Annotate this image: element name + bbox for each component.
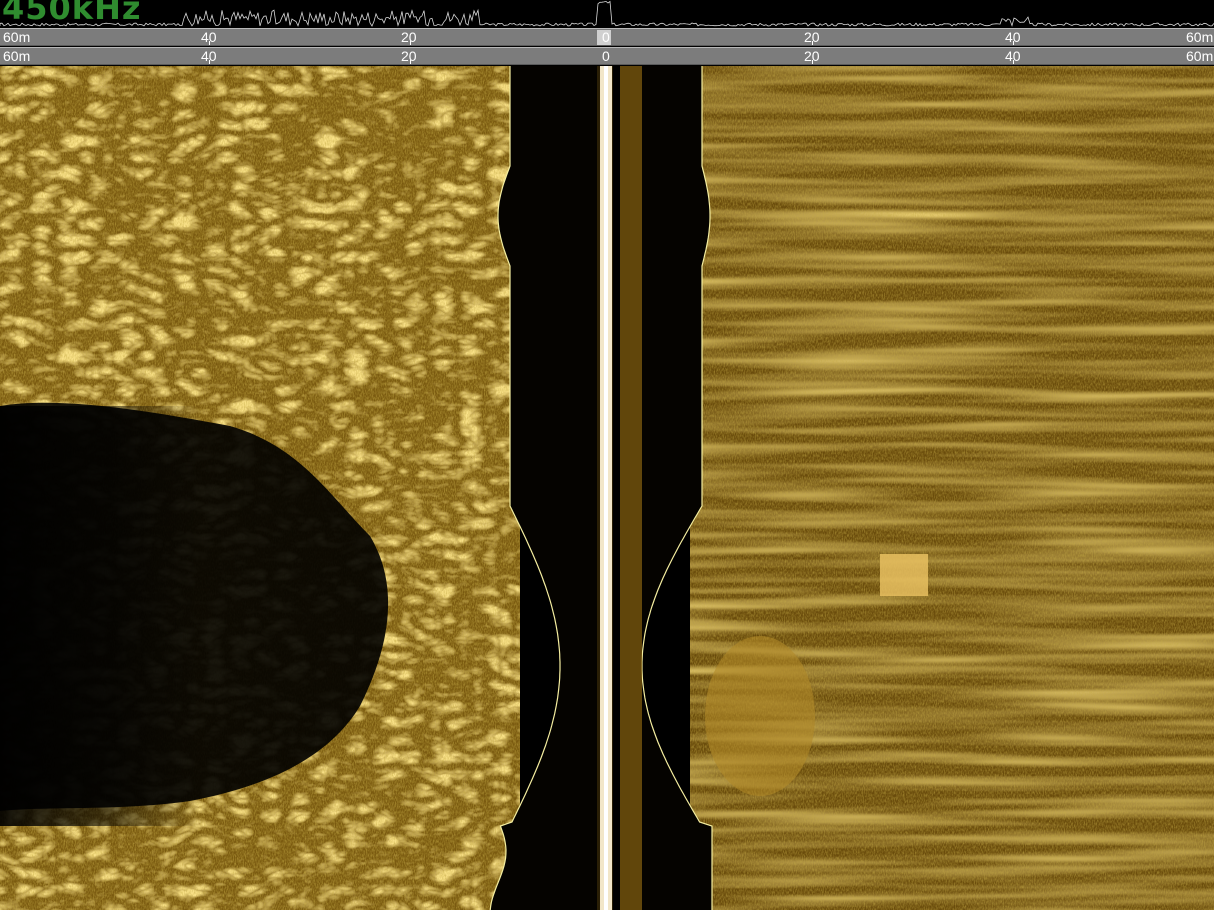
spectrum-line [0, 0, 1214, 27]
side-scan-sonar-image[interactable] [0, 66, 1214, 910]
tickmark [209, 60, 210, 64]
tickmark [812, 60, 813, 64]
range-tick-left-60: 60m [3, 29, 31, 45]
range-tick-left-20: 20 [401, 48, 417, 64]
tickmark [410, 41, 411, 45]
tickmark [1013, 60, 1014, 64]
range-scale-upper[interactable]: 60m 40 20 0 20 40 60m [0, 28, 1214, 46]
range-tick-center: 0 [602, 48, 610, 64]
range-tick-left-60: 60m [3, 48, 31, 64]
range-tick-right-60: 60m [1186, 29, 1214, 45]
port-channel [0, 66, 520, 910]
seabed-rock-cluster[interactable] [705, 636, 815, 796]
echo-spectrum-strip: 450kHz [0, 0, 1214, 28]
tickmark [1013, 41, 1014, 45]
tickmark [410, 60, 411, 64]
tickmark [812, 41, 813, 45]
tickmark [209, 41, 210, 45]
starboard-channel [690, 66, 1214, 910]
range-tick-right-60: 60m [1186, 48, 1214, 64]
range-scale-lower[interactable]: 60m 40 20 0 20 40 60m [0, 47, 1214, 65]
spectrum-trace [0, 0, 1214, 27]
range-tick-center: 0 [602, 29, 610, 45]
nadir-core [604, 66, 608, 910]
seabed-target[interactable] [880, 554, 928, 596]
range-tick-left-20: 20 [401, 29, 417, 45]
surface-return [620, 66, 642, 910]
frequency-label: 450kHz [2, 0, 142, 27]
